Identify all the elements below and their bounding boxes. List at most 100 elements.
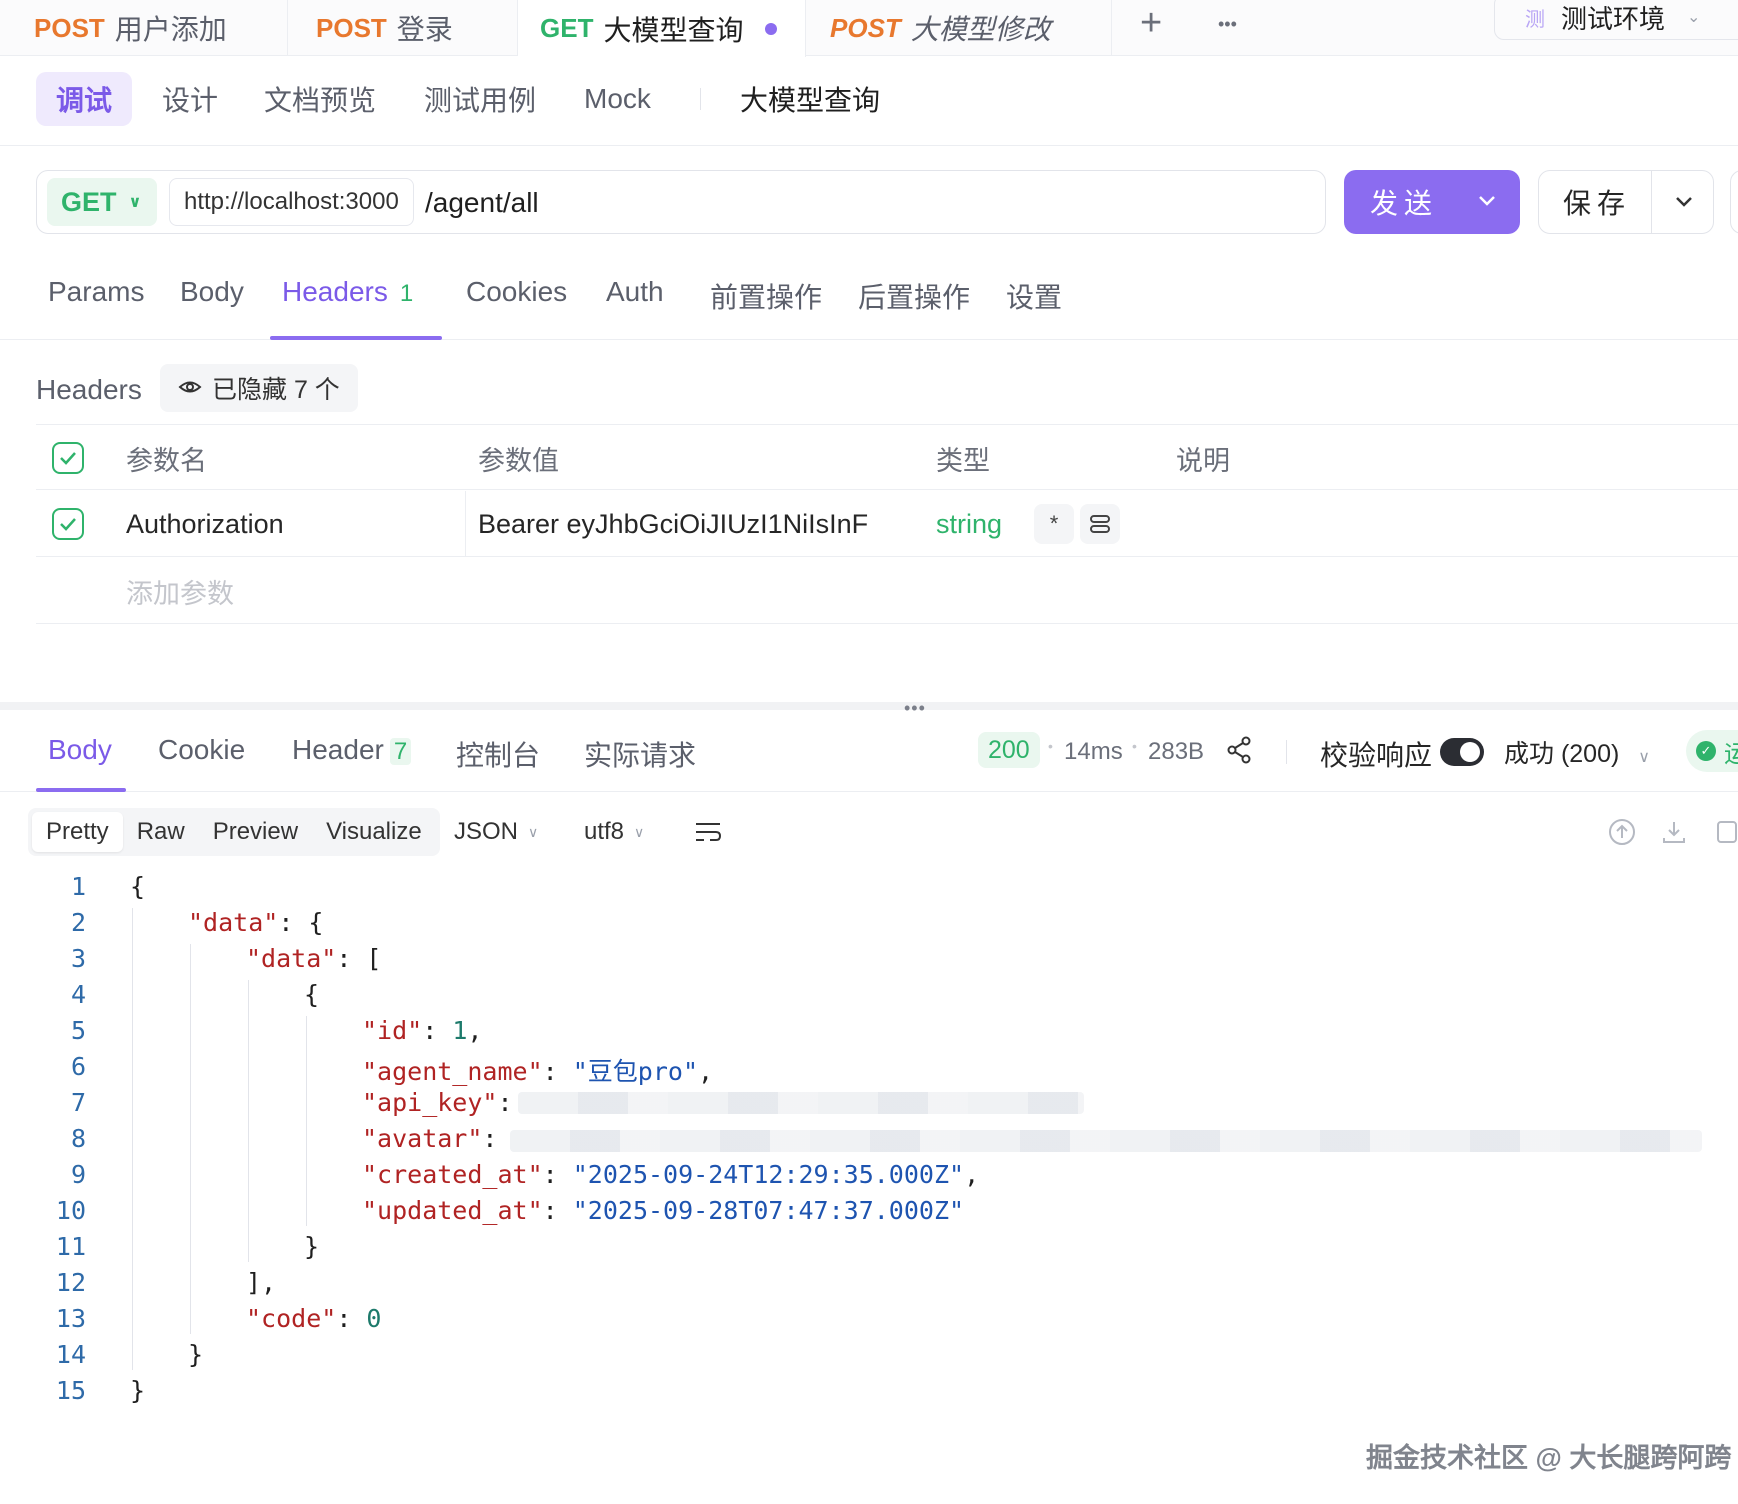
tab-title: 大模型修改 [910,14,1051,45]
api-view-nav: 调试 设计 文档预览 测试用例 Mock 大模型查询 [0,56,1738,146]
tab-headers[interactable]: Headers 1 [282,276,413,308]
code-line: "data": { [188,908,324,937]
indent-guide [190,944,191,1334]
json-string: "2025-09-24T12:29:35.000Z" [572,1160,965,1189]
view-mode-pretty[interactable]: Pretty [32,812,123,852]
add-tab-button[interactable]: + [1140,2,1162,45]
json-key: "agent_name" [362,1057,543,1086]
response-size: 283B [1148,738,1205,765]
view-mode-preview[interactable]: Preview [199,812,312,852]
tab-test-cases[interactable]: 测试用例 [404,72,556,126]
pane-splitter[interactable]: ••• [0,698,1738,718]
tab-cookies[interactable]: Cookies [466,276,567,308]
tab-response-cookie[interactable]: Cookie [158,734,245,766]
code-line: "id": 1, [362,1016,483,1045]
tab-pre-request[interactable]: 前置操作 [710,276,822,316]
expected-result-select[interactable]: 成功 (200) ∨ [1504,734,1650,770]
line-number: 1 [70,872,86,901]
json-key: "data" [246,944,337,973]
method-select[interactable]: GET ∨ [47,178,157,226]
tab-settings[interactable]: 设置 [1006,276,1062,316]
chevron-down-icon[interactable] [1476,186,1498,218]
more-tabs-button[interactable]: ••• [1218,14,1237,35]
share-icon[interactable] [1226,736,1252,769]
expected-result-value: 成功 (200) [1504,740,1620,768]
code-line: "api_key": [362,1088,513,1117]
indent-guide [306,1016,307,1226]
environment-label: 测试环境 [1561,3,1666,34]
json-string: "豆包pro" [572,1057,698,1086]
base-url-chip[interactable]: http://localhost:3000 [169,178,414,226]
tab-response-body[interactable]: Body [48,734,112,766]
row-checkbox[interactable] [52,491,84,557]
tab-auth[interactable]: Auth [606,276,664,308]
toggle-knob [1460,742,1480,762]
view-mode-raw[interactable]: Raw [123,812,199,852]
tab-post-request[interactable]: 后置操作 [858,276,970,316]
send-label: 发送 [1370,188,1439,219]
view-mode-visualize[interactable]: Visualize [312,812,436,852]
method-label: GET [540,13,594,43]
tab-body[interactable]: Body [180,276,244,308]
check-icon: ✓ [1696,741,1716,761]
param-type-select[interactable]: string [936,491,1002,557]
format-select[interactable]: JSON ∨ [454,818,538,846]
line-number: 2 [70,908,86,937]
tab-actual-request[interactable]: 实际请求 [584,734,696,774]
encoding-value: utf8 [584,818,625,845]
line-number: 8 [70,1124,86,1153]
tab-params[interactable]: Params [48,276,144,308]
request-tab-model-query[interactable]: GET 大模型查询 [518,0,806,57]
wrap-lines-icon[interactable] [694,820,722,849]
send-button[interactable]: 发送 [1344,170,1520,234]
upload-icon[interactable] [1608,818,1636,852]
request-tab-login[interactable]: POST 登录 [288,0,518,56]
json-key: "data" [188,908,279,937]
validate-response-label: 校验响应 [1320,740,1433,771]
param-value-input[interactable]: Bearer eyJhbGciOiJIUzI1NiIsInF [478,491,918,557]
line-number: 15 [55,1376,86,1405]
row-actions: * [1034,491,1126,557]
url-bar: GET ∨ http://localhost:3000 /agent/all [36,170,1326,234]
download-icon[interactable] [1660,818,1688,852]
line-number: 13 [55,1304,86,1333]
param-name-input[interactable]: Authorization [126,491,284,557]
tab-mock[interactable]: Mock [564,72,671,126]
watermark: 掘金技术社区 @ 大长腿跨阿跨 [1366,1443,1732,1473]
tab-response-header[interactable]: Header 7 [292,734,412,766]
select-all-checkbox[interactable] [52,425,84,491]
add-param-input[interactable]: 添加参数 [126,558,234,624]
validate-response-toggle[interactable] [1440,738,1484,766]
extra-actions-button[interactable] [1730,170,1738,234]
tab-design[interactable]: 设计 [142,72,238,126]
eye-icon [178,374,202,403]
tab-label: Body [180,276,244,307]
environment-select[interactable]: 测 测试环境 ⌄ [1494,0,1738,40]
redacted-value [518,1092,1084,1114]
table-row: Authorization Bearer eyJhbGciOiJIUzI1NiI… [36,491,1738,557]
chevron-down-icon: ⌄ [1687,9,1701,26]
method-label: POST [316,12,387,43]
encoding-select[interactable]: utf8 ∨ [584,818,644,846]
view-mode-switch: Pretty Raw Preview Visualize [28,808,440,856]
tab-debug[interactable]: 调试 [36,72,133,126]
request-tab-strip: POST 用户添加 POST 登录 GET 大模型查询 POST 大模型修改 +… [0,0,1738,57]
settings-icon[interactable] [1080,504,1120,544]
hidden-headers-toggle[interactable]: 已隐藏 7 个 [160,364,358,412]
chevron-down-icon: ∨ [634,823,645,840]
tab-console[interactable]: 控制台 [456,734,540,774]
request-tab-user-add[interactable]: POST 用户添加 [0,0,288,56]
json-key: "updated_at" [362,1196,543,1225]
save-label: 保存 [1563,188,1632,219]
unsaved-dot [765,22,778,35]
active-tab-indicator [36,788,126,792]
required-toggle[interactable]: * [1034,504,1074,544]
path-input[interactable]: /agent/all [425,179,539,227]
tab-doc-preview[interactable]: 文档预览 [244,72,396,126]
method-value: GET [61,186,117,217]
copy-icon[interactable] [1712,818,1738,852]
request-tab-model-edit[interactable]: POST 大模型修改 [806,0,1112,56]
chevron-down-icon[interactable] [1673,187,1695,219]
api-name[interactable]: 大模型查询 [720,72,900,126]
save-button[interactable]: 保存 [1538,170,1714,234]
